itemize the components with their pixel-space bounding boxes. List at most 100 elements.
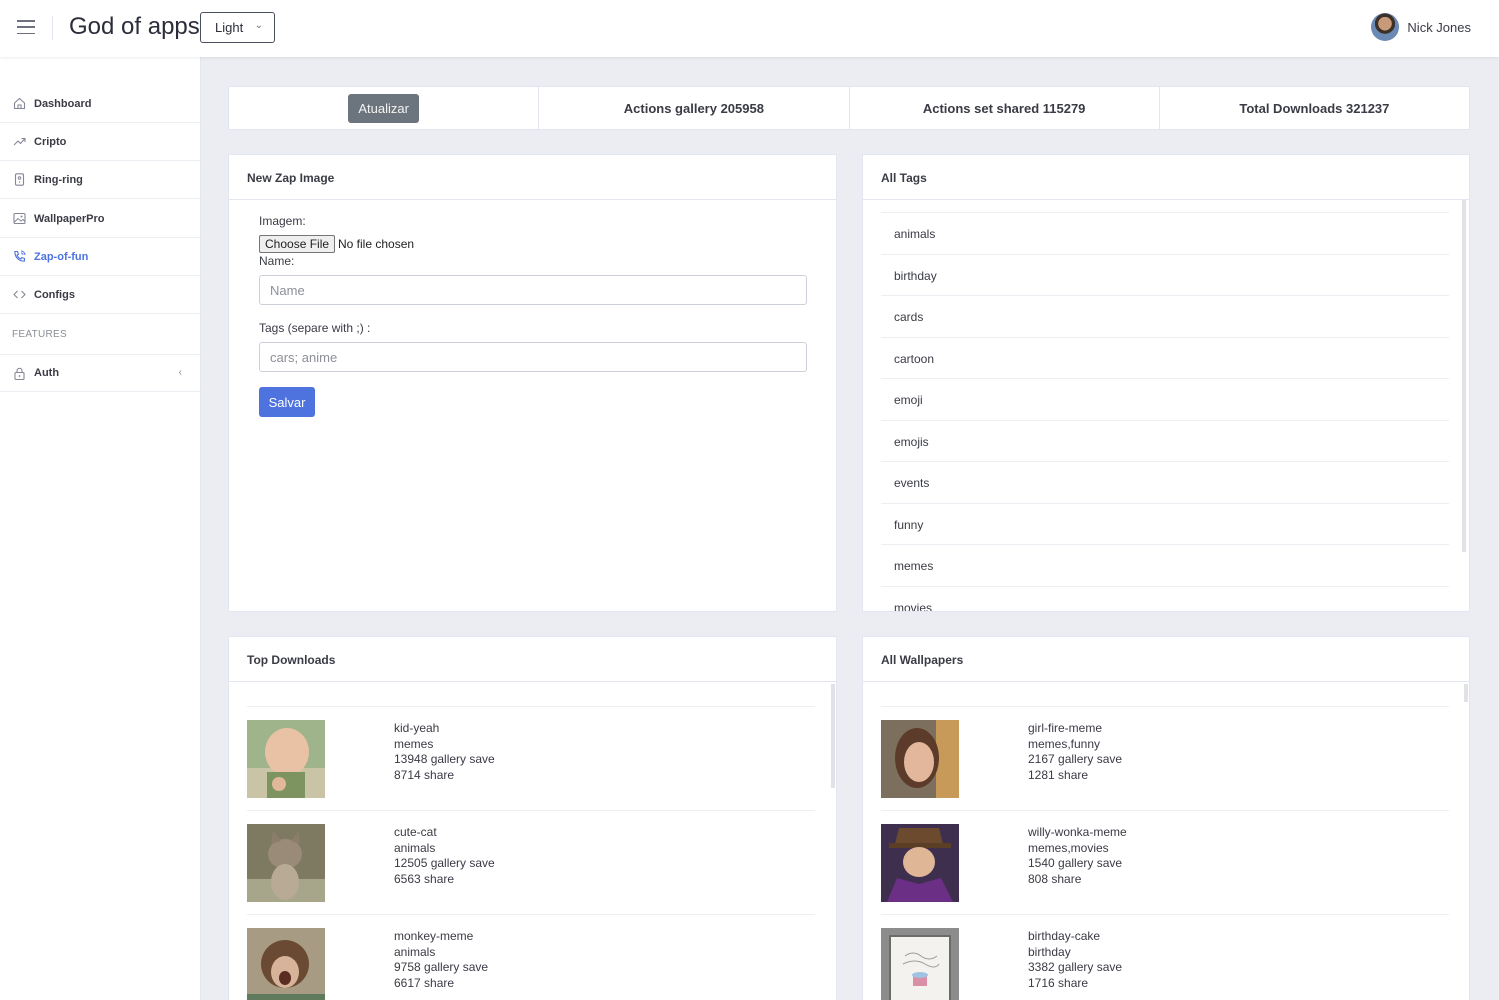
item-shares: 6563 share: [394, 872, 455, 887]
list-item[interactable]: memes: [881, 544, 1449, 586]
item-name: birthday-cake: [1028, 929, 1101, 943]
theme-select-value: Light: [215, 20, 244, 35]
sidebar-item-zap-of-fun[interactable]: Zap-of-fun: [0, 238, 200, 276]
sidebar-item-label: WallpaperPro: [34, 212, 105, 225]
cute-cat-thumbnail: [247, 824, 325, 902]
sidebar-item-wallpaperpro[interactable]: WallpaperPro: [0, 200, 200, 238]
theme-select[interactable]: Light ⌄: [200, 12, 275, 43]
list-item[interactable]: emojis: [881, 419, 1449, 462]
item-shares: 6617 share: [394, 976, 455, 991]
all-tags-card: All Tags animals birthday cards cartoon …: [862, 154, 1470, 612]
card-title: All Wallpapers: [863, 637, 1469, 682]
avatar: [1371, 13, 1400, 41]
user-menu[interactable]: Nick Jones: [1371, 13, 1471, 41]
tags-label: Tags (separe with ;) :: [259, 321, 371, 335]
item-name: kid-yeah: [394, 721, 440, 735]
lock-icon: [13, 367, 26, 380]
list-item[interactable]: monkey-meme animals 9758 gallery save 66…: [247, 914, 815, 1000]
tags-input[interactable]: [259, 342, 807, 372]
sidebar-item-label: Zap-of-fun: [34, 250, 89, 263]
girl-fire-meme-thumbnail: [881, 720, 959, 798]
sidebar-item-ring-ring[interactable]: Ring-ring: [0, 161, 200, 199]
item-meta: kid-yeah memes 13948 gallery save 8714 s…: [394, 721, 495, 784]
list-item[interactable]: girl-fire-meme memes,funny 2167 gallery …: [881, 706, 1449, 810]
card-title: Top Downloads: [229, 637, 836, 682]
stat-total-downloads: Total Downloads 321237: [1239, 100, 1390, 116]
monkey-meme-thumbnail: [247, 928, 325, 1000]
refresh-button[interactable]: Atualizar: [348, 93, 419, 123]
image-label: Imagem:: [259, 214, 306, 228]
phone-device-icon: [13, 173, 26, 186]
list-item[interactable]: cartoon: [881, 336, 1449, 379]
item-tags: animals: [394, 944, 436, 959]
item-gallery-saves: 1540 gallery save: [1028, 856, 1123, 871]
list-item[interactable]: kid-yeah memes 13948 gallery save 8714 s…: [247, 706, 815, 810]
item-tags: memes,movies: [1028, 840, 1109, 855]
item-gallery-saves: 3382 gallery save: [1028, 960, 1123, 975]
list-item[interactable]: movies: [881, 585, 1449, 611]
card-title: All Tags: [863, 155, 1469, 200]
section-label-features: FEATURES: [12, 329, 67, 340]
stat-actions-shared: Actions set shared 115279: [850, 87, 1160, 129]
file-status: No file chosen: [338, 237, 415, 251]
list-item[interactable]: events: [881, 461, 1449, 503]
list-item[interactable]: willy-wonka-meme memes,movies 1540 galle…: [881, 810, 1449, 914]
sidebar-item-label: Dashboard: [34, 97, 92, 110]
app-title: God of apps: [69, 13, 200, 40]
home-icon: [13, 97, 26, 110]
code-icon: [13, 288, 26, 301]
list-item[interactable]: cards: [881, 295, 1449, 337]
list-item[interactable]: funny: [881, 502, 1449, 545]
birthday-cake-thumbnail: [881, 928, 959, 1000]
item-meta: girl-fire-meme memes,funny 2167 gallery …: [1028, 721, 1122, 784]
phone-call-icon: [13, 250, 26, 263]
all-wallpapers-card: All Wallpapers girl-fire-meme memes,funn…: [862, 636, 1470, 1000]
chevron-down-icon: ⌄: [254, 20, 263, 31]
list-item[interactable]: cute-cat animals 12505 gallery save 6563…: [247, 810, 815, 914]
item-name: willy-wonka-meme: [1028, 825, 1127, 839]
name-label: Name:: [259, 254, 295, 268]
item-tags: memes: [394, 736, 434, 751]
item-name: girl-fire-meme: [1028, 721, 1103, 735]
list-item[interactable]: birthday-cake birthday 3382 gallery save…: [881, 914, 1449, 1000]
sidebar-item-label: Configs: [34, 288, 75, 301]
trending-up-icon: [13, 135, 26, 148]
sidebar-item-dashboard[interactable]: Dashboard: [0, 85, 200, 123]
card-title: New Zap Image: [229, 155, 836, 200]
sidebar: Dashboard Cripto Ring-ring WallpaperPro …: [0, 57, 201, 1000]
item-tags: memes,funny: [1028, 736, 1101, 751]
item-meta: monkey-meme animals 9758 gallery save 66…: [394, 929, 488, 992]
user-name: Nick Jones: [1407, 19, 1471, 35]
item-tags: animals: [394, 840, 436, 855]
item-name: cute-cat: [394, 825, 437, 839]
list-item[interactable]: animals: [881, 212, 1449, 254]
choose-file-button[interactable]: Choose File: [259, 235, 336, 253]
stat-refresh: Atualizar: [229, 87, 540, 129]
item-gallery-saves: 9758 gallery save: [394, 960, 489, 975]
list-item[interactable]: emoji: [881, 378, 1449, 420]
downloads-list: kid-yeah memes 13948 gallery save 8714 s…: [247, 706, 815, 1000]
name-input[interactable]: [259, 275, 807, 305]
item-meta: cute-cat animals 12505 gallery save 6563…: [394, 825, 495, 888]
sidebar-item-auth[interactable]: Auth ‹: [0, 354, 200, 392]
tag-list: animals birthday cards cartoon emoji emo…: [881, 212, 1449, 611]
save-button[interactable]: Salvar: [259, 387, 315, 417]
tags-scrollbar[interactable]: [1462, 200, 1466, 552]
top-navbar: God of apps Light ⌄ Nick Jones: [0, 0, 1499, 57]
item-gallery-saves: 2167 gallery save: [1028, 752, 1123, 767]
sidebar-item-cripto[interactable]: Cripto: [0, 123, 200, 161]
item-meta: birthday-cake birthday 3382 gallery save…: [1028, 929, 1122, 992]
list-item[interactable]: birthday: [881, 253, 1449, 296]
sidebar-item-configs[interactable]: Configs: [0, 276, 200, 314]
header-divider: [52, 16, 53, 40]
item-gallery-saves: 12505 gallery save: [394, 856, 495, 871]
stat-actions-gallery: Actions gallery 205958: [539, 87, 850, 129]
menu-toggle-icon[interactable]: [17, 20, 35, 34]
item-shares: 808 share: [1028, 872, 1082, 887]
wallpapers-scrollbar[interactable]: [1464, 684, 1468, 702]
sidebar-item-label: Ring-ring: [34, 173, 83, 186]
item-name: monkey-meme: [394, 929, 474, 943]
downloads-scrollbar[interactable]: [831, 684, 835, 788]
stats-bar: Atualizar Actions gallery 205958 Actions…: [228, 86, 1470, 130]
willy-wonka-meme-thumbnail: [881, 824, 959, 902]
